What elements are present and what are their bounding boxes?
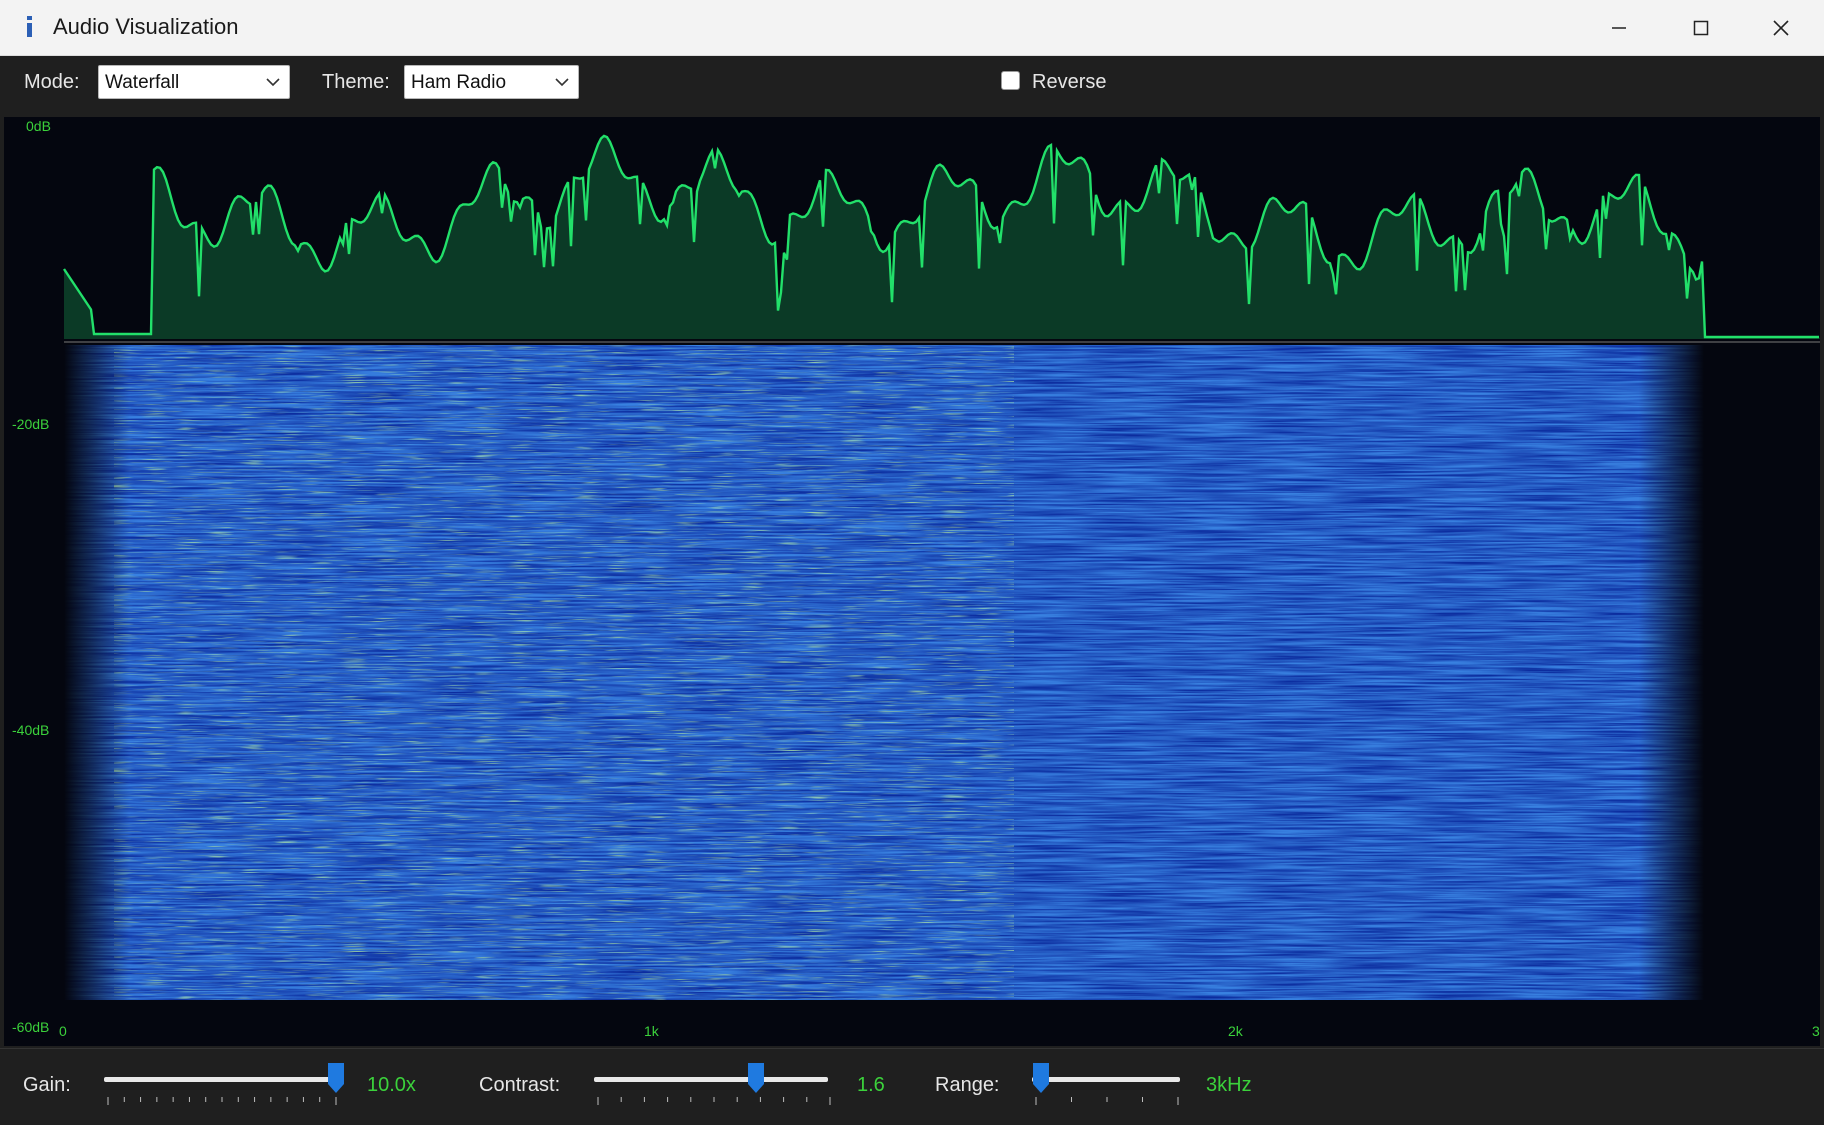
waterfall-edge-fade <box>64 345 1704 1000</box>
contrast-ticks <box>597 1097 831 1105</box>
freq-label-0: 0 <box>59 1023 67 1039</box>
gain-label: Gain: <box>23 1074 71 1096</box>
mode-label: Mode: <box>24 71 80 93</box>
gain-ticks <box>107 1097 337 1105</box>
mode-select[interactable]: Waterfall <box>98 65 290 99</box>
freq-label-2k: 2k <box>1228 1023 1244 1039</box>
db-label-40: -40dB <box>12 722 49 738</box>
gain-value: 10.0x <box>367 1074 416 1096</box>
close-button[interactable] <box>1742 0 1820 55</box>
minimize-button[interactable] <box>1580 0 1658 55</box>
range-slider-thumb[interactable] <box>1032 1062 1050 1094</box>
range-value: 3kHz <box>1206 1074 1252 1096</box>
chevron-down-icon <box>555 78 569 87</box>
db-label-20: -20dB <box>12 416 49 432</box>
db-label-60: -60dB <box>12 1019 49 1035</box>
db-label-0: 0dB <box>26 118 51 134</box>
maximize-icon <box>1693 20 1709 35</box>
range-slider[interactable] <box>1032 1062 1182 1112</box>
contrast-label: Contrast: <box>479 1074 561 1096</box>
gain-slider-thumb[interactable] <box>327 1062 345 1094</box>
theme-label: Theme: <box>322 71 390 93</box>
visualization-canvas: 0dB -20dB -40dB -60dB 0 1k 2k 3 <box>12 118 1820 1039</box>
theme-select[interactable]: Ham Radio <box>404 65 579 99</box>
app-info-icon <box>27 16 32 37</box>
contrast-slider[interactable] <box>594 1062 834 1112</box>
freq-label-1k: 1k <box>644 1023 660 1039</box>
freq-label-3k: 3 <box>1812 1023 1820 1039</box>
contrast-value: 1.6 <box>857 1074 885 1096</box>
chevron-down-icon <box>266 78 280 87</box>
visualization-panel: 0dB -20dB -40dB -60dB 0 1k 2k 3 <box>4 117 1820 1046</box>
audio-visualization-window: Audio Visualization Mode: Waterfall Them… <box>0 0 1824 1125</box>
mode-select-value: Waterfall <box>105 72 180 93</box>
maximize-button[interactable] <box>1662 0 1740 55</box>
range-ticks <box>1035 1097 1179 1105</box>
theme-select-value: Ham Radio <box>411 72 507 93</box>
close-icon <box>1773 19 1789 36</box>
gain-slider[interactable] <box>104 1062 344 1112</box>
reverse-checkbox[interactable] <box>1001 71 1020 90</box>
range-label: Range: <box>935 1074 1000 1096</box>
contrast-slider-thumb[interactable] <box>747 1062 765 1094</box>
title-bar: Audio Visualization <box>0 0 1824 56</box>
minimize-icon <box>1612 26 1626 29</box>
reverse-label: Reverse <box>1032 71 1107 93</box>
toolbar: Mode: Waterfall Theme: Ham Radio Reverse <box>0 56 1824 115</box>
window-title: Audio Visualization <box>53 14 239 39</box>
